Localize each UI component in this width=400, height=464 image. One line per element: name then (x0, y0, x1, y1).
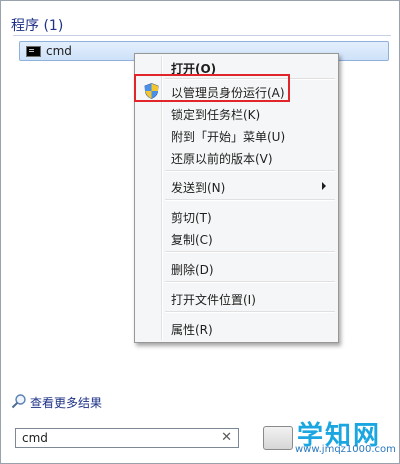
section-divider (13, 35, 391, 36)
context-menu: 打开(O) 以管理员身份运行(A) 锁定到任务栏(K) 附到「开始」菜单(U) … (134, 53, 339, 343)
menu-item-label: 以管理员身份运行(A) (171, 86, 285, 100)
menu-item-label: 剪切(T) (171, 211, 212, 225)
menu-item-open[interactable]: 打开(O) (137, 56, 336, 78)
menu-item-open-location[interactable]: 打开文件位置(I) (137, 287, 336, 309)
menu-separator (165, 281, 335, 283)
menu-item-label: 属性(R) (171, 323, 213, 337)
menu-item-label: 还原以前的版本(V) (171, 152, 273, 166)
search-input[interactable] (18, 430, 216, 446)
start-menu-search-panel: 程序 (1) cmd 打开(O) 以管理员身份运行(A) 锁定到任务栏(K) 附… (0, 0, 400, 464)
menu-separator (165, 251, 335, 253)
menu-item-copy[interactable]: 复制(C) (137, 227, 336, 249)
menu-item-cut[interactable]: 剪切(T) (137, 205, 336, 227)
menu-item-send-to[interactable]: 发送到(N) (137, 175, 336, 197)
section-title-programs: 程序 (1) (11, 18, 64, 34)
menu-item-pin-start[interactable]: 附到「开始」菜单(U) (137, 124, 336, 146)
shutdown-button[interactable] (263, 426, 293, 450)
menu-separator (165, 199, 335, 201)
menu-item-label: 删除(D) (171, 263, 214, 277)
menu-separator (165, 170, 335, 172)
see-more-results-label: 查看更多结果 (30, 396, 103, 410)
menu-item-label: 附到「开始」菜单(U) (171, 130, 286, 144)
search-box[interactable]: ✕ (15, 428, 239, 448)
menu-item-label: 发送到(N) (171, 181, 226, 195)
menu-item-label: 复制(C) (171, 233, 213, 247)
cmd-window-icon (26, 46, 41, 57)
uac-shield-icon (144, 83, 159, 99)
watermark-title: 学知网 (297, 421, 382, 451)
menu-separator (165, 311, 335, 313)
menu-item-pin-taskbar[interactable]: 锁定到任务栏(K) (137, 102, 336, 124)
menu-item-label: 锁定到任务栏(K) (171, 108, 261, 122)
menu-item-delete[interactable]: 删除(D) (137, 257, 336, 279)
search-icon (11, 394, 26, 409)
watermark-url: www.jmqz1000.com (295, 444, 396, 455)
submenu-arrow-icon (322, 182, 326, 190)
menu-item-label: 打开(O) (171, 62, 217, 76)
menu-item-run-as-admin[interactable]: 以管理员身份运行(A) (137, 80, 336, 102)
result-item-label: cmd (46, 44, 72, 58)
watermark: 学知网 www.jmqz1000.com (283, 411, 396, 459)
menu-item-label: 打开文件位置(I) (171, 293, 256, 307)
menu-item-restore-versions[interactable]: 还原以前的版本(V) (137, 146, 336, 168)
clear-search-icon[interactable]: ✕ (221, 430, 232, 445)
menu-item-properties[interactable]: 属性(R) (137, 317, 336, 339)
